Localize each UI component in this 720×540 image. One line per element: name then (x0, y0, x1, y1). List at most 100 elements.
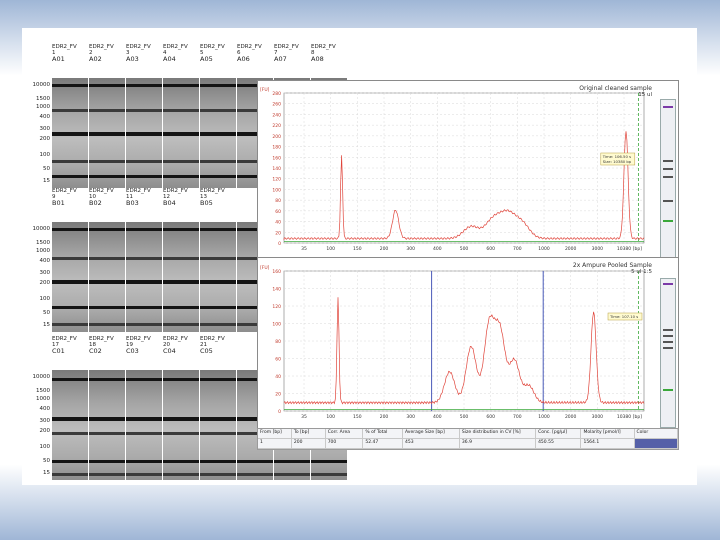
gel-band (163, 257, 199, 260)
lane-label: EDR2_FV 10 B02 (89, 188, 125, 206)
gel-lane (89, 78, 125, 188)
lane-well: C03 (126, 348, 139, 354)
gel-lane (89, 370, 125, 480)
table-cell: 450.55 (536, 439, 582, 448)
gel-band (52, 473, 88, 476)
electropherogram-plot: 160140120100806040200[FU]35 100 150 200 300 4… (260, 265, 645, 420)
y-tick-label: 140 (272, 166, 281, 172)
gel-band (200, 175, 236, 178)
table-header-cell: Size distribution in CV [%] (460, 429, 537, 438)
ladder-tick: 1500 (36, 388, 50, 394)
lane-label: EDR2_FV 19 C03 (126, 336, 162, 354)
gel-band (126, 132, 162, 136)
gel-band (52, 460, 88, 463)
gel-band (200, 306, 236, 309)
table-header-cell: Conc. [pg/µl] (536, 429, 582, 438)
gel-band (126, 432, 162, 435)
y-tick-label: 140 (272, 287, 281, 293)
ladder-tick: 15 (43, 470, 50, 476)
table-cell: 700 (326, 439, 364, 448)
electropherogram-panel-ampure: 160 140 120 100 80 60 40 20 0 [FU] 35 100 150 200 300 4… (257, 257, 679, 431)
table-cell: 52.47 (363, 439, 403, 448)
lane-label: EDR2_FV 3 A03 (126, 44, 162, 62)
gel-band (163, 175, 199, 178)
ladder-scale: 10000 1500 1000 400 300 200 100 50 15 (22, 78, 52, 188)
gel-band (126, 473, 162, 476)
gel-band (126, 417, 162, 421)
gel-band (89, 84, 125, 87)
x-tick-label: 100 (326, 246, 335, 252)
gel-band (200, 132, 236, 136)
x-tick-label: 35 (301, 414, 307, 420)
ladder-tick: 15 (43, 322, 50, 328)
gel-band (52, 306, 88, 309)
x-tick-label: 300 (406, 246, 415, 252)
panel-subtitle: 15 ul (638, 92, 652, 98)
x-tick-label: 35 (301, 246, 307, 252)
gel-band (163, 460, 199, 463)
results-table-ampure: From [bp] To [bp] Corr. Area% of Total Aver… (257, 428, 679, 450)
ladder-tick: 400 (39, 258, 51, 264)
lane-label: EDR2_FV 13 B05 (200, 188, 236, 206)
ladder-tick: 10000 (32, 82, 51, 88)
gel-band (163, 432, 199, 435)
x-tick-label: 10380 (617, 246, 631, 252)
gel-band (89, 160, 125, 163)
ladder-tick: 1000 (36, 396, 50, 402)
y-unit: [FU] (260, 87, 270, 93)
lane-label: EDR2_FV 1 A01 (52, 44, 88, 62)
ladder-tick: 300 (39, 418, 51, 424)
gel-band (89, 432, 125, 435)
gel-band (163, 378, 199, 381)
ladder-tick: 300 (39, 270, 51, 276)
gel-band (89, 257, 125, 260)
lane-label: EDR2_FV 12 B04 (163, 188, 199, 206)
table-header-cell: Average Size [bp] (403, 429, 460, 438)
gel-band (126, 228, 162, 231)
x-tick-label: 500 (460, 246, 469, 252)
gel-band (52, 323, 88, 326)
electropherogram-panel-original: 280 260 240 220 200 180 160 140 120 100 80 60 40 20 0[… (257, 80, 679, 272)
gel-band (274, 473, 310, 476)
gel-lane (52, 370, 88, 480)
lane-well: C05 (200, 348, 213, 354)
x-tick-label: 150 (353, 414, 362, 420)
gel-band (200, 473, 236, 476)
lane-well: C01 (52, 348, 65, 354)
y-tick-label: 40 (275, 220, 281, 226)
y-tick-label: 200 (272, 134, 281, 140)
gel-lane (163, 78, 199, 188)
gel-band (200, 84, 236, 87)
lane-well: A07 (274, 56, 287, 62)
x-tick-label: 300 (406, 414, 415, 420)
y-tick-label: 120 (272, 177, 281, 183)
x-tick-label: 600 (486, 246, 495, 252)
gel-band (126, 84, 162, 87)
y-tick-label: 220 (272, 123, 281, 129)
table-header-cell: Color (635, 429, 678, 438)
panel-title: 2x Ampure Pooled Sample (572, 262, 652, 269)
ladder-scale: 10000 1500 1000 400 300 200 100 50 15 (22, 222, 52, 332)
lane-well: A05 (200, 56, 213, 62)
ladder-tick: 1500 (36, 96, 50, 102)
ladder-tick: 100 (39, 152, 51, 158)
lane-label: EDR2_FV 5 A05 (200, 44, 236, 62)
gel-band (200, 160, 236, 163)
y-tick-label: 0 (278, 241, 281, 247)
lane-labels: EDR2_FV 1 A01 EDR2_FV 2 A02 EDR2_FV 3 A03 EDR2_FV… (52, 42, 372, 78)
y-tick-label: 60 (275, 357, 281, 363)
panel-subtitle: 5 ul 1:5 (631, 269, 652, 275)
x-tick-label: 2000 (565, 414, 577, 420)
gel-band (163, 228, 199, 231)
gel-lane (52, 78, 88, 188)
gel-band (89, 417, 125, 421)
lane-well: B05 (200, 200, 213, 206)
lane-well: A02 (89, 56, 102, 62)
gel-band (163, 417, 199, 421)
table-cell: 36.9 (460, 439, 537, 448)
x-tick-label: 100 (326, 414, 335, 420)
table-row[interactable]: 1 200 700 52.47 453 36.9 450.55 1564.1 (258, 439, 678, 449)
gel-lane (163, 370, 199, 480)
ladder-tick: 50 (43, 458, 50, 464)
gel-band (52, 417, 88, 421)
